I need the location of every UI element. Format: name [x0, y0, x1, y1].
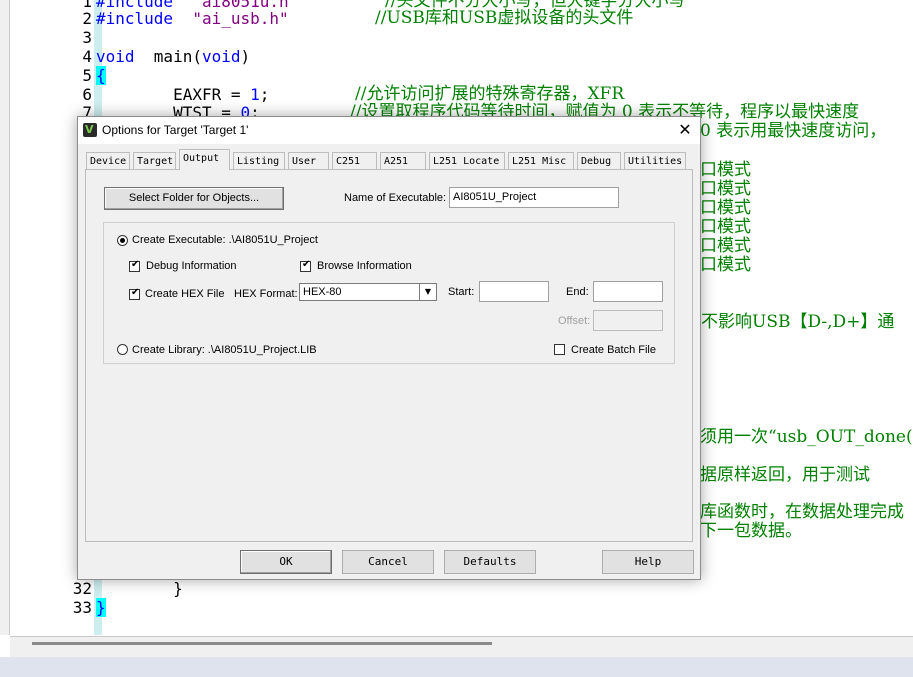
create-batch-file-checkbox[interactable]	[554, 344, 565, 355]
debug-information-checkbox[interactable]: ✔	[129, 259, 140, 272]
tab-a251[interactable]: A251	[380, 152, 426, 169]
code-token: void	[96, 47, 135, 66]
code-line: 2 #include "ai_usb.h" //USB库和USB虚拟设备的头文件	[0, 8, 913, 29]
code-token: 1	[250, 85, 260, 104]
hex-format-value: HEX-80	[303, 286, 342, 298]
start-address-input[interactable]	[479, 281, 549, 302]
line-number: 2	[82, 9, 92, 28]
code-token: EAXFR =	[96, 85, 251, 104]
tab-c251[interactable]: C251	[332, 152, 377, 169]
line-number: 3	[82, 28, 92, 47]
create-executable-label: Create Executable: .\AI8051U_Project	[132, 234, 318, 246]
code-line: 33}	[0, 598, 913, 617]
code-text: #include "ai_usb.h"	[96, 9, 289, 28]
code-comment-fragment: 须用一次“usb_OUT_done(	[700, 427, 913, 447]
create-library-label: Create Library: .\AI8051U_Project.LIB	[132, 344, 317, 356]
code-comment-fragment: 下一包数据。	[700, 521, 802, 541]
tab-target[interactable]: Target	[133, 152, 176, 169]
code-comment-fragment: 口模式	[700, 179, 751, 199]
executable-name-input[interactable]: AI8051U_Project	[449, 187, 619, 208]
keil-app-icon: V	[83, 123, 97, 137]
code-line: 3	[0, 28, 913, 47]
close-icon: ✕	[678, 120, 692, 139]
line-number: 32	[72, 579, 92, 598]
code-comment-fragment: 口模式	[700, 217, 751, 237]
code-token: )	[240, 47, 251, 66]
status-bar	[0, 657, 913, 677]
line-number: 33	[72, 598, 92, 617]
code-text: EAXFR = 1;	[96, 85, 269, 104]
end-address-input[interactable]	[593, 281, 663, 302]
radio-selected-dot	[120, 238, 125, 243]
code-token: void	[201, 47, 241, 66]
dropdown-arrow-icon[interactable]: ▼	[419, 284, 436, 300]
code-text: {	[96, 66, 106, 85]
line-number: 6	[82, 85, 92, 104]
code-token: "ai_usb.h"	[192, 9, 289, 28]
code-text: void main(void)	[96, 47, 250, 66]
defaults-button[interactable]: Defaults	[444, 550, 536, 574]
code-line: 4 void main(void)	[0, 47, 913, 66]
scrollbar-thumb[interactable]	[32, 642, 492, 645]
create-hex-label: Create HEX File	[145, 288, 225, 300]
tab-listing[interactable]: Listing	[233, 152, 285, 169]
name-of-executable-label: Name of Executable:	[344, 192, 447, 204]
checkmark-icon: ✔	[131, 287, 140, 298]
tab-output[interactable]: Output	[179, 149, 230, 170]
horizontal-scrollbar[interactable]	[10, 636, 913, 657]
code-comment-fragment: 口模式	[700, 160, 751, 180]
code-line: 5{	[0, 66, 913, 85]
hex-format-label: HEX Format:	[234, 288, 298, 300]
options-dialog: V Options for Target 'Target 1' ✕ Device…	[77, 116, 701, 580]
code-comment-fragment: 口模式	[700, 198, 751, 218]
browse-information-label: Browse Information	[317, 260, 412, 272]
cancel-button[interactable]: Cancel	[342, 550, 434, 574]
tab-l251-locate[interactable]: L251 Locate	[429, 152, 505, 169]
code-comment-fragment: 口模式	[700, 255, 751, 275]
tab-debug[interactable]: Debug	[577, 152, 621, 169]
start-label: Start:	[448, 286, 475, 298]
code-text: }	[96, 579, 183, 598]
tab-device[interactable]: Device	[86, 152, 130, 169]
code-comment-fragment: ，不影响USB【D-,D+】通	[684, 312, 895, 332]
hex-format-select[interactable]: HEX-80 ▼	[299, 283, 437, 301]
code-comment-fragment: 口模式	[700, 236, 751, 256]
code-token: }	[96, 598, 106, 617]
code-token: ;	[259, 85, 270, 104]
code-comment: //USB库和USB虚拟设备的头文件	[375, 8, 634, 28]
code-comment-fragment: 库函数时，在数据处理完成	[700, 502, 904, 522]
offset-label: Offset:	[558, 315, 591, 327]
output-panel: Select Folder for Objects... Name of Exe…	[85, 169, 693, 542]
dialog-title-bar[interactable]: V Options for Target 'Target 1' ✕	[78, 117, 700, 144]
code-token: }	[96, 579, 183, 598]
end-label: End:	[566, 286, 589, 298]
line-number: 4	[82, 47, 92, 66]
code-token: {	[96, 66, 106, 85]
create-executable-radio[interactable]	[117, 235, 128, 246]
create-library-radio[interactable]	[117, 344, 128, 355]
checkmark-icon: ✔	[131, 259, 140, 270]
code-text: }	[96, 598, 106, 617]
tab-user[interactable]: User	[288, 152, 329, 169]
ok-button[interactable]: OK	[240, 550, 332, 574]
code-comment-fragment: 0 表示用最快速度访问，	[700, 121, 887, 141]
select-folder-button[interactable]: Select Folder for Objects...	[104, 187, 284, 210]
code-token: main(	[134, 47, 202, 66]
browse-information-checkbox[interactable]: ✔	[300, 259, 311, 272]
tab-l251-misc[interactable]: L251 Misc	[508, 152, 574, 169]
line-number: 5	[82, 66, 92, 85]
code-token: #include	[96, 9, 193, 28]
code-line: 32 }	[0, 579, 913, 598]
create-batch-file-label: Create Batch File	[571, 344, 656, 356]
dialog-title: Options for Target 'Target 1'	[102, 123, 249, 137]
create-hex-checkbox[interactable]: ✔	[129, 287, 140, 300]
checkmark-icon: ✔	[302, 259, 311, 270]
code-comment-fragment: 据原样返回，用于测试	[700, 465, 870, 485]
tab-utilities[interactable]: Utilities	[624, 152, 686, 169]
close-button[interactable]: ✕	[670, 117, 700, 144]
debug-information-label: Debug Information	[146, 260, 237, 272]
help-button[interactable]: Help	[602, 550, 694, 574]
offset-input	[593, 310, 663, 331]
